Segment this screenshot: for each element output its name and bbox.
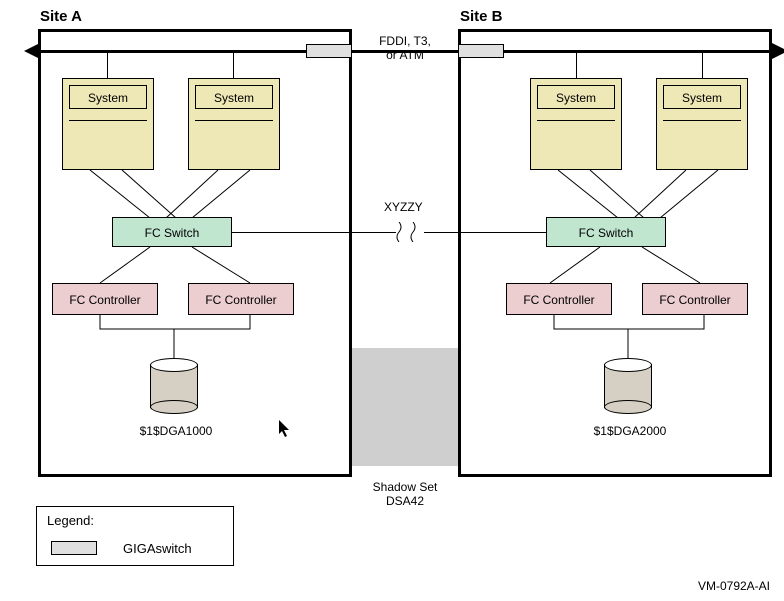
divider bbox=[537, 120, 615, 121]
legend-box: Legend: GIGAswitch bbox=[36, 506, 234, 566]
legend-title: Legend: bbox=[47, 513, 94, 528]
link-break-icon bbox=[396, 222, 410, 242]
gigaswitch-icon bbox=[458, 44, 504, 58]
interlink-label: XYZZY bbox=[384, 200, 423, 214]
site-b-label: Site B bbox=[460, 8, 503, 25]
fc-switch: FC Switch bbox=[112, 217, 232, 247]
fc-switch: FC Switch bbox=[546, 217, 666, 247]
disk-icon bbox=[150, 358, 198, 414]
connector bbox=[576, 53, 577, 78]
connector bbox=[528, 170, 750, 220]
shadow-label-line1: Shadow Set bbox=[373, 480, 438, 494]
network-label-line1: FDDI, T3, bbox=[379, 34, 431, 48]
connector bbox=[510, 247, 750, 285]
network-label-line2: or ATM bbox=[386, 48, 424, 62]
system-label: System bbox=[195, 85, 273, 109]
system-box: System bbox=[530, 78, 622, 170]
fc-controller: FC Controller bbox=[52, 283, 158, 315]
link-break-icon bbox=[410, 222, 424, 242]
disk-icon bbox=[604, 358, 652, 414]
system-box: System bbox=[62, 78, 154, 170]
divider bbox=[663, 120, 741, 121]
connector bbox=[60, 247, 300, 285]
bus-arrow-left-icon bbox=[24, 43, 40, 59]
fc-controller: FC Controller bbox=[506, 283, 612, 315]
system-label: System bbox=[537, 85, 615, 109]
mouse-cursor-icon bbox=[279, 420, 291, 438]
disk-a-label: $1$DGA1000 bbox=[126, 424, 226, 438]
connector bbox=[233, 53, 234, 78]
disk-b-label: $1$DGA2000 bbox=[580, 424, 680, 438]
system-box: System bbox=[656, 78, 748, 170]
legend-item-label: GIGAswitch bbox=[123, 541, 192, 556]
fc-controller: FC Controller bbox=[642, 283, 748, 315]
network-label: FDDI, T3, or ATM bbox=[352, 34, 458, 62]
shadow-set-label: Shadow Set DSA42 bbox=[352, 480, 458, 508]
shadow-label-line2: DSA42 bbox=[386, 494, 424, 508]
interlink-line bbox=[232, 232, 546, 233]
figure-id: VM-0792A-AI bbox=[698, 579, 770, 593]
system-box: System bbox=[188, 78, 280, 170]
divider bbox=[69, 120, 147, 121]
bus-arrow-right-icon bbox=[772, 43, 784, 59]
system-label: System bbox=[663, 85, 741, 109]
gigaswitch-icon bbox=[306, 44, 352, 58]
system-label: System bbox=[69, 85, 147, 109]
connector bbox=[60, 170, 282, 220]
fc-controller: FC Controller bbox=[188, 283, 294, 315]
site-a-label: Site A bbox=[40, 8, 82, 25]
legend-gigaswitch-icon bbox=[51, 541, 97, 555]
divider bbox=[195, 120, 273, 121]
connector bbox=[702, 53, 703, 78]
connector bbox=[107, 53, 108, 78]
